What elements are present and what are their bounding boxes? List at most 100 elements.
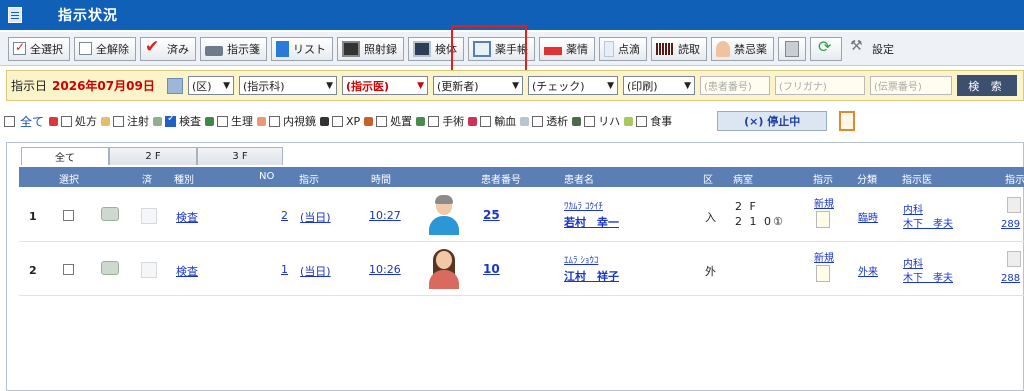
read-button[interactable]: 読取	[651, 36, 707, 61]
tab-2f[interactable]: 2 F	[109, 147, 197, 165]
done-checkbox[interactable]	[141, 262, 157, 278]
category-item[interactable]: 処方	[49, 113, 97, 129]
xray-icon	[342, 40, 360, 57]
furigana-input[interactable]: (フリガナ)	[775, 76, 866, 95]
category-checkbox[interactable]	[217, 115, 229, 127]
tab-all[interactable]: 全て	[21, 147, 109, 165]
settings-button[interactable]: 設定	[846, 37, 900, 61]
category-checkbox[interactable]	[165, 113, 177, 127]
doctor-link[interactable]: 木下 孝夫	[903, 269, 953, 284]
category-item[interactable]: 内視鏡	[257, 113, 316, 129]
category-checkbox[interactable]	[113, 115, 125, 127]
time-link[interactable]: 10:26	[369, 263, 401, 276]
category-checkbox[interactable]	[61, 115, 73, 127]
category-item[interactable]: 生理	[205, 113, 253, 129]
type-link[interactable]: 検査	[176, 209, 198, 225]
table-row[interactable]: 1 検査 2 (当日) 10:27 25 ﾜｶﾑﾗ ｺｳｲﾁ 若村 幸一 入 2…	[19, 189, 1024, 242]
trash-button[interactable]	[778, 36, 806, 61]
category-checkbox[interactable]	[636, 115, 648, 127]
dept-select[interactable]: (指示科) ▼	[239, 76, 338, 95]
patient-no-link[interactable]: 10	[483, 262, 500, 276]
chevron-down-icon: ▼	[684, 80, 692, 91]
document-icon[interactable]	[816, 211, 830, 228]
category-icon	[468, 116, 478, 126]
print-select[interactable]: (印刷) ▼	[623, 76, 696, 95]
document-icon[interactable]	[816, 265, 830, 282]
type-link[interactable]: 検査	[176, 263, 198, 279]
patient-kana[interactable]: ｴﾑﾗ ｼｮｳｺ	[564, 253, 598, 266]
tab-3f[interactable]: 3 F	[197, 147, 283, 165]
drip-button[interactable]: 点滴	[599, 36, 647, 61]
irradiation-record-button[interactable]: 照射録	[337, 36, 404, 61]
refresh-button[interactable]	[810, 36, 842, 61]
category-item[interactable]: 手術	[416, 113, 464, 129]
category-item[interactable]: リハ	[572, 113, 620, 129]
date-field[interactable]: 2026年07月09日	[52, 77, 162, 94]
category-all-label[interactable]: 全て	[20, 113, 44, 130]
category-all-checkbox[interactable]	[4, 115, 15, 127]
medicine-info-button[interactable]: 薬情	[539, 36, 595, 61]
patient-kana[interactable]: ﾜｶﾑﾗ ｺｳｲﾁ	[564, 199, 603, 212]
category-checkbox[interactable]	[376, 115, 388, 127]
instruction-slip-button[interactable]: 指示箋	[200, 36, 267, 61]
row-select-checkbox[interactable]	[63, 210, 74, 221]
category-item[interactable]: 食事	[624, 113, 672, 129]
status-link[interactable]: 新規	[814, 195, 834, 210]
doctor-select[interactable]: (指示医) ▼	[342, 76, 429, 95]
check-select[interactable]: (チェック) ▼	[528, 76, 619, 95]
slip-number-link[interactable]: 288	[1001, 273, 1020, 284]
doctor-link[interactable]: 木下 孝夫	[903, 215, 953, 230]
category-link[interactable]: 外来	[858, 263, 878, 278]
dept-link[interactable]: 内科	[903, 255, 923, 270]
category-checkbox[interactable]	[428, 115, 440, 127]
deselect-all-button[interactable]: 全解除	[74, 36, 136, 61]
category-item[interactable]: XP	[320, 115, 360, 128]
done-checkbox[interactable]	[141, 208, 157, 224]
row-select-checkbox[interactable]	[63, 264, 74, 275]
lab-category-icon	[101, 261, 119, 275]
category-checkbox[interactable]	[332, 115, 344, 127]
table-header: 選択 済 種別 NO 指示 時間 患者番号 患者名 区 病室 指示 分類 指示医…	[19, 167, 1024, 187]
no-link[interactable]: 1	[281, 263, 288, 276]
contraindicated-drug-button[interactable]: 禁忌薬	[711, 36, 774, 61]
time-link[interactable]: 10:27	[369, 209, 401, 222]
status-link[interactable]: 新規	[814, 249, 834, 264]
select-all-button[interactable]: 全選択	[8, 36, 70, 61]
done-button[interactable]: 済み	[140, 36, 196, 61]
category-checkbox[interactable]	[532, 115, 544, 127]
patient-name-link[interactable]: 若村 幸一	[564, 214, 619, 230]
updater-select-value: (更新者)	[437, 79, 479, 93]
patient-name-link[interactable]: 江村 祥子	[564, 268, 619, 284]
category-item[interactable]: 注射	[101, 113, 149, 129]
category-checkbox[interactable]	[480, 115, 492, 127]
updater-select[interactable]: (更新者) ▼	[433, 76, 524, 95]
category-item[interactable]: 透析	[520, 113, 568, 129]
table-row[interactable]: 2 検査 1 (当日) 10:26 10 ｴﾑﾗ ｼｮｳｺ 江村 祥子 外 新規…	[19, 243, 1024, 296]
dept-link[interactable]: 内科	[903, 201, 923, 216]
calendar-icon[interactable]	[167, 77, 184, 94]
instruction-link[interactable]: (当日)	[300, 209, 331, 225]
edge-button[interactable]	[839, 111, 856, 131]
slip-number-link[interactable]: 289	[1001, 219, 1020, 230]
print-select-value: (印刷)	[627, 79, 658, 93]
header-time: 時間	[371, 175, 391, 186]
category-item[interactable]: 検査	[153, 113, 201, 129]
category-icon	[520, 116, 530, 126]
category-item[interactable]: 輸血	[468, 113, 516, 129]
ward-select[interactable]: (区) ▼	[188, 76, 235, 95]
category-checkbox[interactable]	[269, 115, 281, 127]
header-patient-name: 患者名	[564, 175, 594, 186]
main-panel: 全て 2 F 3 F 選択 済 種別 NO 指示 時間 患者番号 患者名 区 病…	[6, 142, 1024, 391]
stop-button[interactable]: (×) 停止中	[717, 111, 828, 131]
search-button[interactable]: 検 索	[957, 75, 1018, 96]
patient-no-input[interactable]: (患者番号)	[700, 76, 771, 95]
category-link[interactable]: 臨時	[858, 209, 878, 224]
patient-no-link[interactable]: 25	[483, 208, 500, 222]
no-link[interactable]: 2	[281, 209, 288, 222]
instruction-link[interactable]: (当日)	[300, 263, 331, 279]
dept-select-value: (指示科)	[243, 79, 285, 93]
list-button[interactable]: リスト	[271, 36, 333, 61]
category-checkbox[interactable]	[584, 115, 596, 127]
category-item[interactable]: 処置	[364, 113, 412, 129]
slip-no-input[interactable]: (伝票番号)	[870, 76, 953, 95]
